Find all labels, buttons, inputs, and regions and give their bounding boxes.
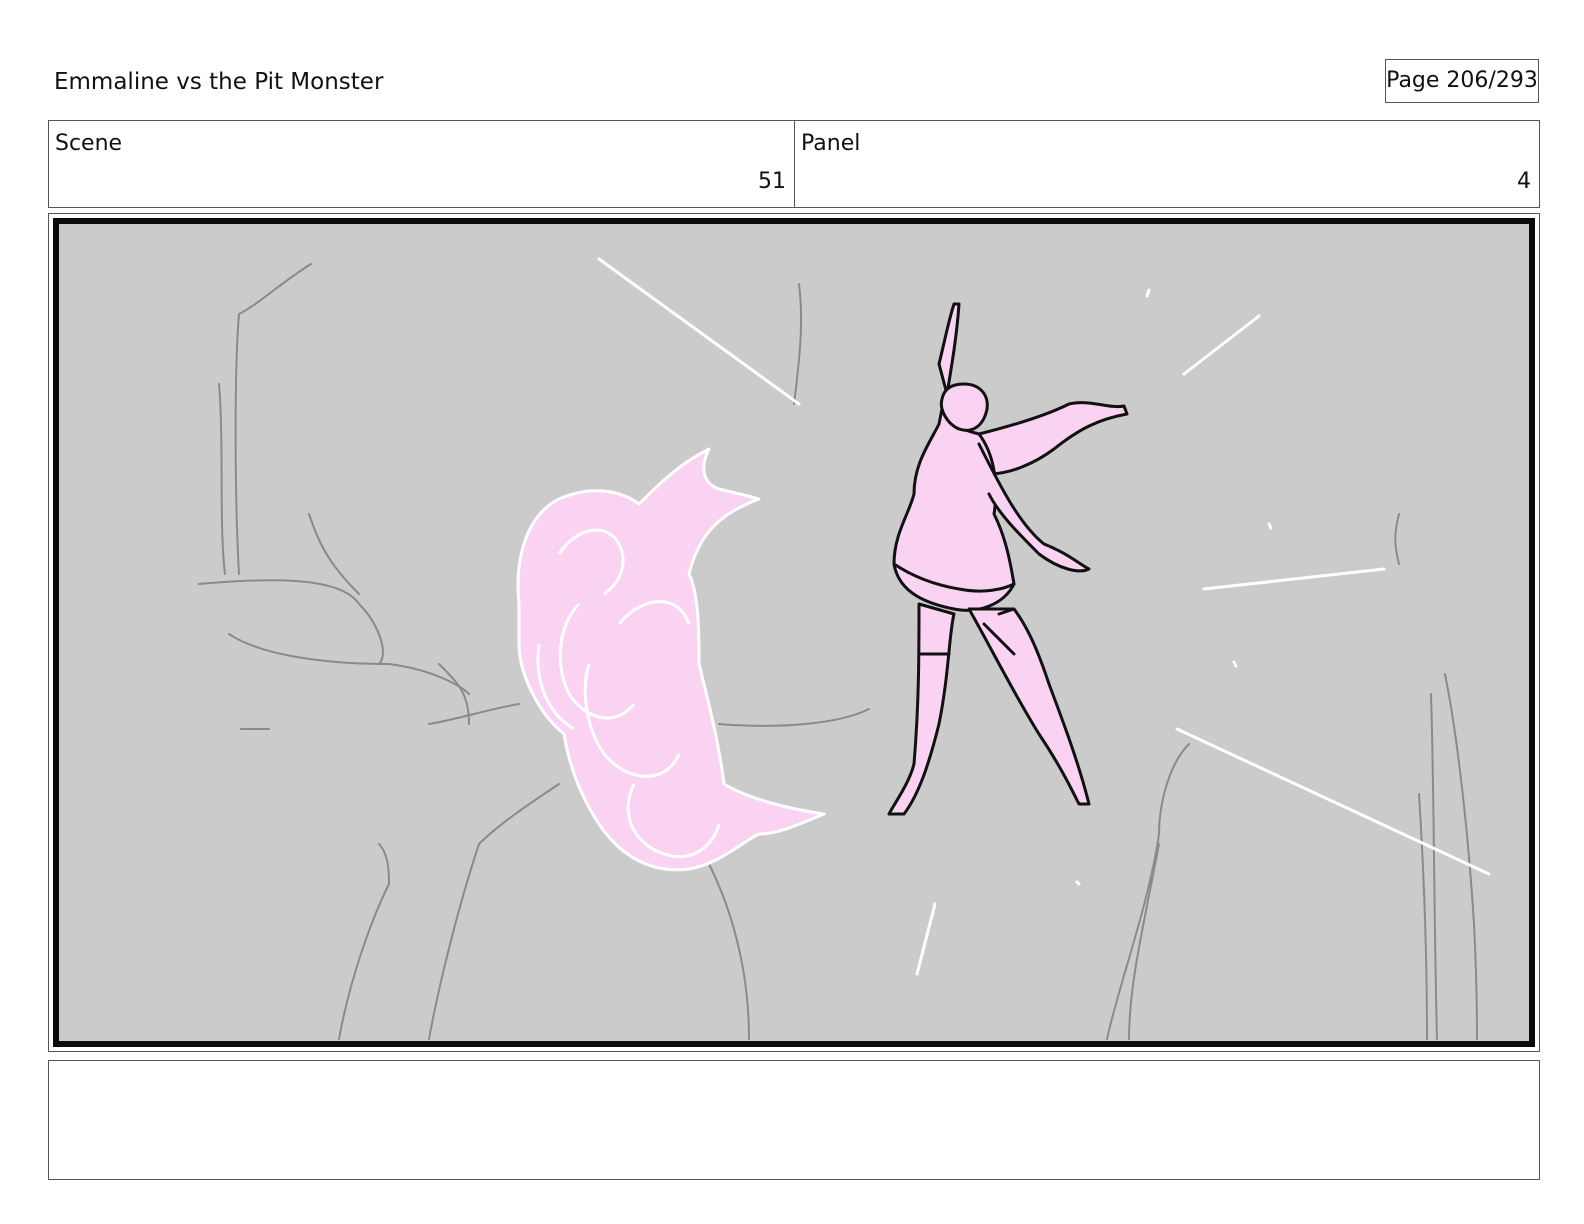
scene-panel-info-row: Scene 51 Panel 4	[48, 120, 1540, 208]
storyboard-panel-artwork	[53, 218, 1535, 1047]
page-number-box: Page 206/293	[1385, 59, 1539, 103]
project-title: Emmaline vs the Pit Monster	[54, 69, 384, 95]
sketch-illustration	[198, 257, 1491, 1040]
panel-cell: Panel 4	[795, 121, 1539, 207]
speed-lines	[597, 257, 1491, 976]
scene-cell: Scene 51	[49, 121, 795, 207]
notes-box	[48, 1060, 1540, 1180]
storyboard-frame	[48, 213, 1540, 1052]
scene-number: 51	[758, 169, 786, 194]
pink-energy-burst	[516, 447, 826, 872]
scene-label: Scene	[55, 131, 123, 156]
rock-sketch-lines	[198, 263, 1478, 1040]
pink-character-figure	[887, 302, 1129, 816]
panel-number: 4	[1517, 169, 1531, 194]
panel-label: Panel	[801, 131, 861, 156]
